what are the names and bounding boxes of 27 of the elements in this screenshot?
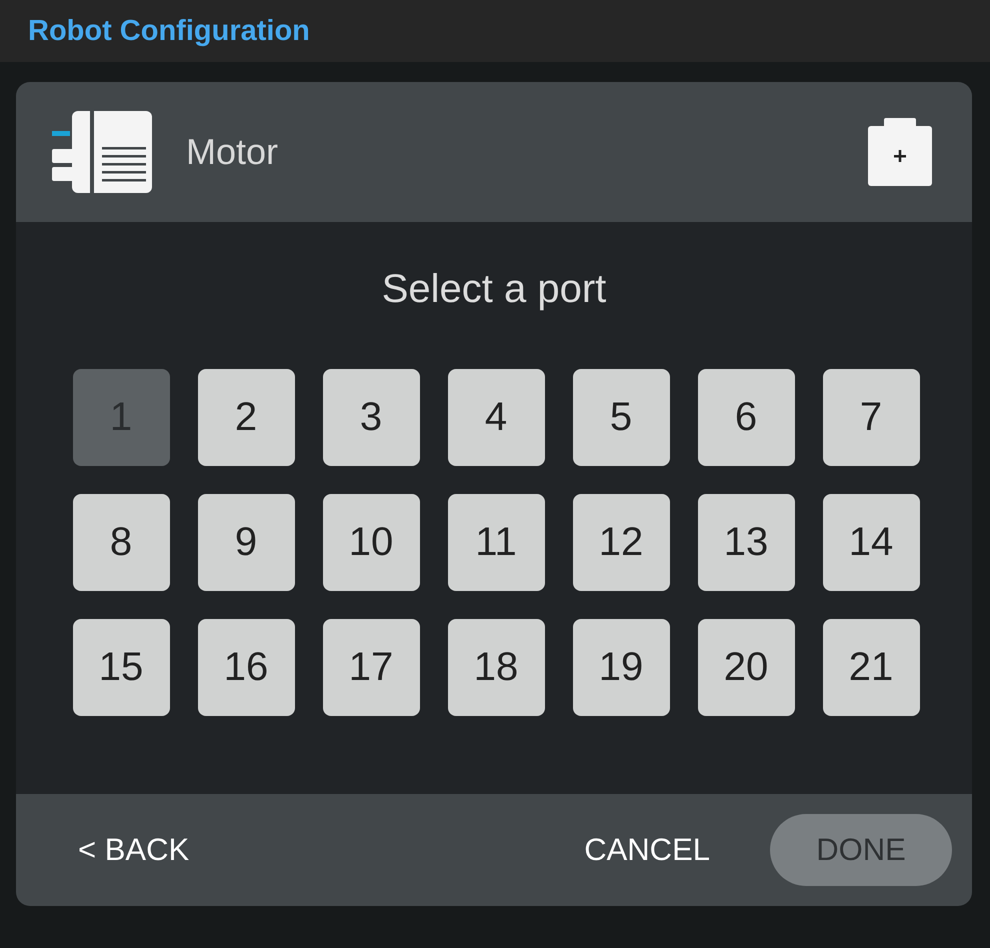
port-button[interactable]: 20 (698, 619, 794, 716)
port-button[interactable]: 7 (822, 369, 920, 466)
add-battery-icon[interactable] (868, 118, 932, 186)
port-button[interactable]: 17 (322, 619, 420, 716)
port-button[interactable]: 4 (448, 369, 544, 466)
device-name: Motor (186, 131, 280, 173)
port-button[interactable]: 3 (322, 369, 420, 466)
back-button[interactable]: < BACK (78, 832, 190, 868)
port-button[interactable]: 10 (322, 494, 420, 591)
port-button[interactable]: 19 (572, 619, 670, 716)
port-button[interactable]: 8 (72, 494, 170, 591)
port-button[interactable]: 5 (572, 369, 670, 466)
app-title: Robot Configuration (28, 14, 310, 48)
port-button[interactable]: 14 (822, 494, 920, 591)
port-button[interactable]: 16 (198, 619, 294, 716)
motor-icon (52, 111, 152, 193)
port-button[interactable]: 12 (572, 494, 670, 591)
port-button[interactable]: 13 (698, 494, 794, 591)
port-button[interactable]: 11 (448, 494, 544, 591)
port-button[interactable]: 2 (198, 369, 294, 466)
cancel-button[interactable]: CANCEL (584, 832, 710, 868)
port-button[interactable]: 9 (198, 494, 294, 591)
port-button[interactable]: 6 (698, 369, 794, 466)
port-button[interactable]: 15 (72, 619, 170, 716)
port-button[interactable]: 18 (448, 619, 544, 716)
prompt-text: Select a port (382, 267, 606, 312)
port-button[interactable]: 21 (822, 619, 920, 716)
